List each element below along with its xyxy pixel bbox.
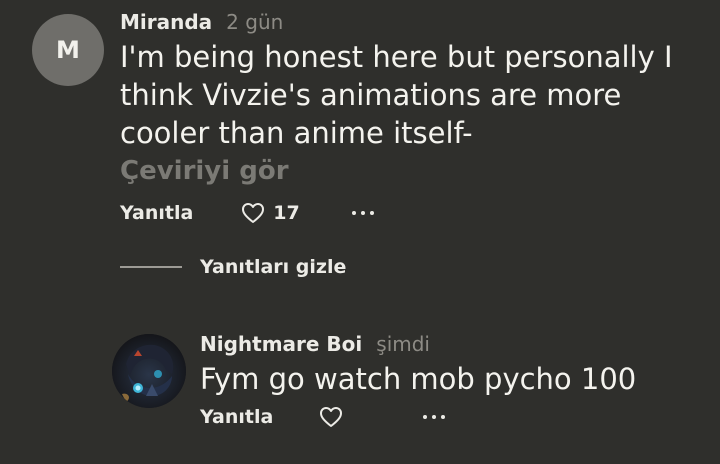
reply-author[interactable]: Nightmare Boi [200, 332, 362, 356]
divider-line [120, 266, 182, 268]
comment-header: Miranda 2 gün [120, 10, 283, 34]
reply-actions: Yanıtla [200, 406, 450, 428]
reply-header: Nightmare Boi şimdi [200, 332, 430, 356]
reply-avatar[interactable] [112, 334, 186, 408]
more-dots-icon[interactable] [423, 415, 450, 419]
like-button[interactable]: 17 [241, 202, 300, 224]
like-count: 17 [273, 202, 300, 224]
see-translation-link[interactable]: Çeviriyi gör [120, 156, 289, 186]
avatar-image [112, 334, 186, 408]
avatar[interactable]: M [32, 14, 104, 86]
reply-time: şimdi [376, 332, 430, 356]
reply-text: Fym go watch mob pycho 100 [200, 362, 637, 396]
comment-line-1: I'm being honest here but personally I [120, 40, 673, 74]
reply-reply-button[interactable]: Yanıtla [200, 406, 273, 428]
hide-replies-button[interactable]: Yanıtları gizle [120, 256, 346, 278]
avatar-letter: M [56, 36, 80, 64]
reply-button[interactable]: Yanıtla [120, 202, 193, 224]
comment-author[interactable]: Miranda [120, 10, 212, 34]
comment-time: 2 gün [226, 10, 284, 34]
reply-like-button[interactable] [319, 406, 343, 428]
comment-actions: Yanıtla 17 [120, 202, 379, 224]
heart-outline-icon [241, 202, 265, 224]
comment-line-3: cooler than anime itself- [120, 116, 473, 150]
comment-line-2: think Vivzie's animations are more [120, 78, 622, 112]
heart-outline-icon [319, 406, 343, 428]
more-dots-icon[interactable] [351, 211, 379, 215]
hide-replies-label: Yanıtları gizle [200, 256, 347, 278]
